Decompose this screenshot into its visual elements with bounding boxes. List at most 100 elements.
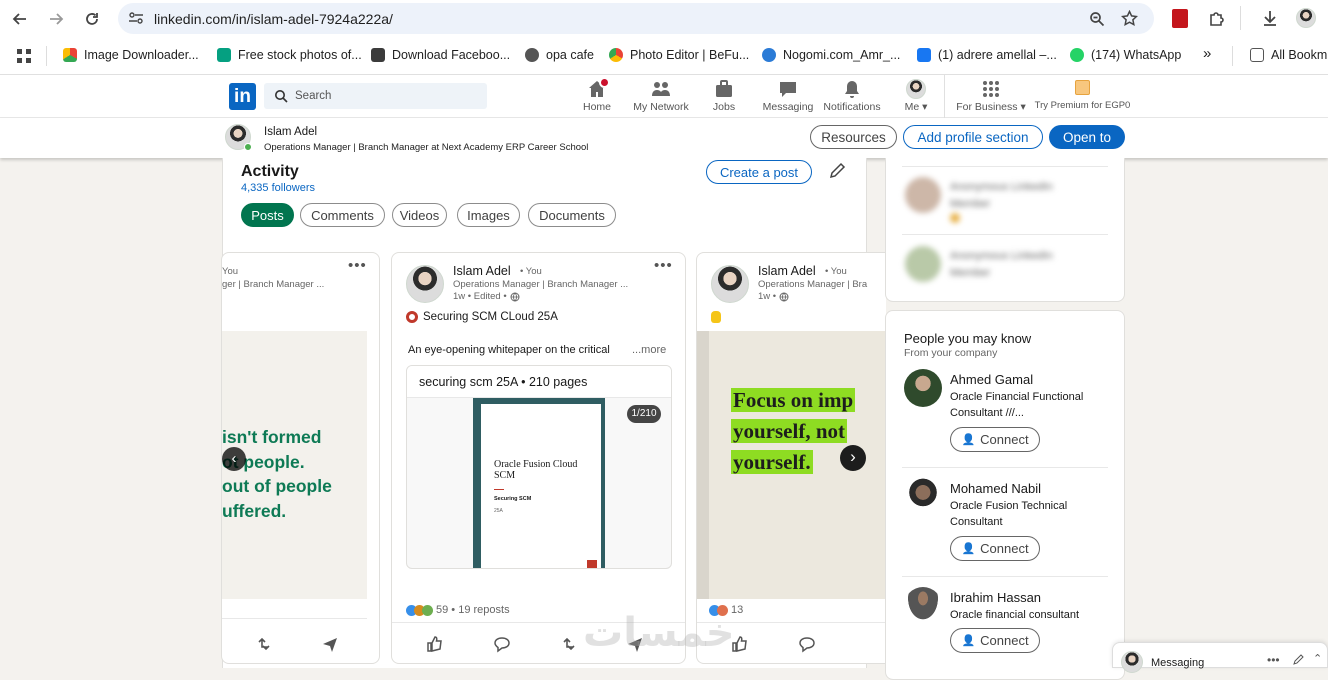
nav-my-network[interactable]: My Network [626, 79, 696, 113]
reactions-summary[interactable]: 59 • 19 reposts [406, 604, 510, 616]
chevron-down-icon: ▾ [919, 101, 928, 113]
extensions-icon[interactable] [1208, 9, 1226, 27]
nav-me[interactable]: Me ▾ [881, 79, 951, 113]
cover-rule [494, 489, 504, 490]
see-more-link[interactable]: ...more [632, 344, 666, 356]
bookmark-item[interactable]: (174) WhatsApp [1070, 48, 1181, 62]
create-post-button[interactable]: Create a post [706, 160, 812, 184]
person-headline: Oracle Fusion Technical Consultant [950, 500, 1068, 528]
nav-label: Notifications [823, 101, 881, 113]
globe-icon [779, 292, 789, 301]
connect-label: Connect [980, 432, 1029, 447]
browser-profile-avatar[interactable] [1296, 8, 1316, 28]
bookmark-label: (1) adrere amellal –... [938, 48, 1057, 62]
send-icon[interactable] [321, 635, 339, 653]
nav-for-business[interactable]: For Business ▾ [955, 79, 1027, 113]
nav-home[interactable]: Home [562, 77, 632, 113]
connect-button[interactable]: 👤 Connect [950, 427, 1040, 452]
folder-icon [1250, 48, 1264, 62]
all-bookmarks[interactable]: All Bookm [1250, 48, 1327, 62]
try-premium[interactable]: Try Premium for EGP0 [1030, 79, 1135, 111]
nav-label: My Network [633, 101, 689, 113]
messaging-dock[interactable]: Messaging ••• ⌃ [1112, 642, 1328, 673]
bookmark-item[interactable]: Photo Editor | BeFu... [609, 48, 749, 62]
bookmark-star-icon[interactable] [1121, 10, 1138, 27]
nav-jobs[interactable]: Jobs [689, 79, 759, 113]
viewer-avatar[interactable] [905, 177, 941, 213]
connect-button[interactable]: 👤 Connect [950, 536, 1040, 561]
bookmarks-divider [1232, 46, 1233, 66]
compose-icon[interactable] [1293, 653, 1305, 665]
person-avatar[interactable] [904, 478, 942, 516]
bookmark-item[interactable]: (1) adrere amellal –... [917, 48, 1057, 62]
resources-button[interactable]: Resources [810, 125, 897, 149]
carousel-prev-button[interactable]: ‹ [222, 447, 246, 471]
bookmark-item[interactable]: Download Faceboo... [371, 48, 510, 62]
like-icon[interactable] [426, 635, 444, 653]
viewer-name[interactable]: Anonymous LinkedIn Member [950, 248, 1070, 282]
reload-icon[interactable] [81, 8, 103, 30]
person-name[interactable]: Ahmed Gamal [950, 372, 1033, 387]
nav-notifications[interactable]: Notifications [817, 79, 887, 113]
person-avatar[interactable] [904, 369, 942, 407]
post-menu-icon[interactable]: ••• [654, 257, 673, 274]
filter-comments[interactable]: Comments [300, 203, 385, 227]
bell-icon [845, 81, 859, 98]
photo-editor-icon [609, 48, 623, 62]
comment-icon[interactable] [798, 635, 816, 653]
cover-version: 25A [494, 508, 503, 514]
apps-grid-icon[interactable] [17, 49, 31, 63]
person-name[interactable]: Ibrahim Hassan [950, 590, 1041, 605]
site-info-icon[interactable] [128, 11, 144, 25]
messaging-label: Messaging [1151, 657, 1205, 669]
zoom-icon[interactable] [1089, 11, 1105, 27]
filter-images[interactable]: Images [457, 203, 520, 227]
connect-label: Connect [980, 541, 1029, 556]
post-author-name[interactable]: Islam Adel [453, 264, 511, 278]
grid-icon [983, 81, 999, 97]
address-bar[interactable]: linkedin.com/in/islam-adel-7924a222a/ [118, 3, 1154, 34]
filter-posts[interactable]: Posts [241, 203, 294, 227]
bookmark-item[interactable]: Nogomi.com_Amr_... [762, 48, 900, 62]
carousel-next-button[interactable]: › [840, 445, 866, 471]
more-bookmarks-icon[interactable]: » [1203, 45, 1211, 62]
edit-pencil-icon[interactable] [829, 162, 846, 179]
followers-link[interactable]: 4,335 followers [241, 182, 315, 194]
person-avatar[interactable] [904, 587, 942, 625]
url-text[interactable]: linkedin.com/in/islam-adel-7924a222a/ [154, 11, 393, 27]
document-preview[interactable]: securing scm 25A • 210 pages Oracle Fusi… [406, 365, 672, 569]
me-avatar [906, 79, 926, 99]
repost-icon[interactable] [255, 635, 273, 653]
chevron-up-icon[interactable]: ⌃ [1313, 652, 1322, 665]
search-input[interactable]: Search [264, 83, 487, 109]
person-name[interactable]: Mohamed Nabil [950, 481, 1041, 496]
watermark: خمسات [583, 611, 735, 655]
post-time: 1w • Edited • [453, 291, 520, 302]
pdf-extension-icon[interactable] [1172, 9, 1188, 28]
bookmark-item[interactable]: opa cafe [525, 48, 594, 62]
bookmark-item[interactable]: Image Downloader... [63, 48, 199, 62]
bookmark-item[interactable]: Free stock photos of... [217, 48, 362, 62]
filter-documents[interactable]: Documents [528, 203, 616, 227]
post-author-avatar[interactable] [406, 265, 444, 303]
viewer-name[interactable]: Anonymous LinkedIn Member [950, 179, 1070, 213]
viewer-avatar[interactable] [905, 246, 941, 282]
forward-icon[interactable] [45, 8, 67, 30]
connect-button[interactable]: 👤 Connect [950, 628, 1040, 653]
add-profile-section-button[interactable]: Add profile section [903, 125, 1043, 149]
repost-icon[interactable] [560, 635, 578, 653]
nav-messaging[interactable]: Messaging [753, 79, 823, 113]
messaging-menu-icon[interactable]: ••• [1267, 653, 1280, 667]
post-author-avatar[interactable] [711, 265, 749, 303]
support-reaction-icon [422, 604, 433, 616]
filter-videos[interactable]: Videos [392, 203, 447, 227]
download-icon[interactable] [1261, 9, 1279, 27]
comment-icon[interactable] [493, 635, 511, 653]
back-icon[interactable] [9, 8, 31, 30]
reactions-count: 59 • 19 reposts [436, 604, 510, 616]
linkedin-logo[interactable]: in [229, 83, 256, 110]
post-author-name[interactable]: Islam Adel [758, 264, 816, 278]
open-to-button[interactable]: Open to [1049, 125, 1125, 149]
bookmark-label: (174) WhatsApp [1091, 48, 1182, 62]
post-menu-icon[interactable]: ••• [348, 257, 367, 274]
